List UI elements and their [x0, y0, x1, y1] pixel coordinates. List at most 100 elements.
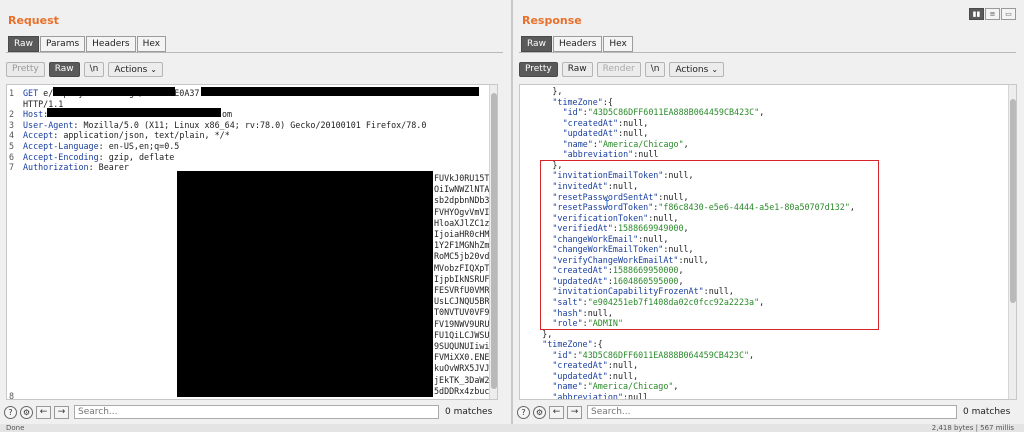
response-editor[interactable]: }, "timeZone":{"id":"43D5C86DFF6011EA888B…: [519, 84, 1017, 400]
response-search-input[interactable]: [587, 405, 957, 419]
line-number: 1: [9, 88, 15, 98]
request-title: Request: [8, 14, 59, 27]
request-search-input[interactable]: [74, 405, 439, 419]
header-value: : application/json, text/plain, */*: [53, 130, 230, 141]
line-number: 6: [9, 151, 15, 162]
json-punct: },: [542, 328, 553, 339]
json-value: "America/Chicago": [587, 381, 674, 392]
single-pane-icon[interactable]: ▭: [1001, 8, 1016, 20]
request-line: Accept-Encoding: gzip, deflate: [23, 152, 174, 162]
json-key: "id": [562, 107, 583, 118]
request-toolbar: Pretty Raw \n Actions ⌄: [6, 62, 167, 77]
split-columns-icon[interactable]: ▮▮: [969, 8, 984, 20]
json-line: "timeZone":{: [542, 339, 603, 349]
json-punct: :null,: [607, 370, 639, 381]
request-raw-button[interactable]: Raw: [48, 62, 80, 77]
request-line: Authorization: Bearer: [23, 162, 129, 172]
response-render-button[interactable]: Render: [596, 62, 641, 77]
response-raw-button[interactable]: Raw: [561, 62, 593, 77]
request-line: User-Agent: Mozilla/5.0 (X11; Linux x86_…: [23, 120, 426, 130]
response-tab-hex[interactable]: Hex: [603, 36, 633, 52]
response-tab-raw[interactable]: Raw: [521, 36, 552, 52]
response-scrollbar[interactable]: [1008, 85, 1016, 399]
header-key: Accept: [23, 130, 54, 141]
help-icon[interactable]: ?: [4, 405, 17, 419]
request-match-count: 0 matches: [445, 407, 493, 417]
json-key: "abbreviation": [552, 391, 623, 400]
response-toolbar: Pretty Raw Render \n Actions ⌄: [519, 62, 728, 77]
chevron-down-icon: ⌄: [711, 65, 719, 74]
json-key: "updatedAt": [552, 370, 608, 381]
json-punct: ,: [673, 381, 679, 392]
redaction-bar: [47, 108, 221, 117]
json-key: "createdAt": [562, 117, 619, 128]
redaction-bar: [177, 171, 433, 397]
header-key: User-Agent: [23, 119, 74, 130]
response-newline-button[interactable]: \n: [644, 62, 666, 77]
redaction-bar: [201, 87, 479, 96]
json-value: "43D5C86DFF6011EA888B064459CB423C": [587, 107, 760, 118]
response-scrollbar-thumb[interactable]: [1010, 99, 1016, 303]
json-punct: },: [552, 86, 563, 96]
json-punct: :null,: [618, 117, 649, 128]
json-key: "abbreviation": [562, 149, 634, 160]
status-bar: Done 2,418 bytes | 567 millis: [0, 424, 1024, 432]
response-title: Response: [522, 14, 582, 27]
request-tab-hex[interactable]: Hex: [136, 36, 167, 52]
header-value: : Bearer: [88, 162, 129, 173]
json-line: "abbreviation":null: [552, 391, 649, 400]
request-scrollbar[interactable]: [489, 85, 497, 399]
header-key: Host: [23, 109, 44, 120]
back-arrow-icon[interactable]: ←: [36, 405, 51, 419]
json-punct: :{: [602, 96, 613, 107]
request-newline-button[interactable]: \n: [83, 62, 105, 77]
request-pretty-button[interactable]: Pretty: [6, 62, 45, 77]
request-tab-params[interactable]: Params: [39, 36, 86, 52]
json-key: "id": [552, 349, 573, 360]
request-actions-label: Actions: [114, 65, 148, 75]
response-pane: Response ▮▮ ≡ ▭ Raw Headers Hex Pretty R…: [513, 0, 1024, 432]
help-icon[interactable]: ?: [517, 405, 530, 419]
back-arrow-icon[interactable]: ←: [549, 405, 564, 419]
response-actions-button[interactable]: Actions ⌄: [669, 62, 725, 77]
response-stats: 2,418 bytes | 567 millis: [931, 424, 1014, 432]
settings-icon[interactable]: ⚙: [20, 405, 33, 419]
json-punct: ,: [749, 349, 755, 360]
request-scrollbar-thumb[interactable]: [491, 93, 497, 389]
settings-icon[interactable]: ⚙: [533, 405, 546, 419]
json-line: "abbreviation":null: [563, 149, 659, 159]
header-key: Accept-Language: [23, 141, 99, 151]
header-value: : Mozilla/5.0 (X11; Linux x86_64; rv:78.…: [73, 119, 427, 130]
header-value: : en-US,en;q=0.5: [98, 141, 180, 151]
json-line: "createdAt":null,: [563, 118, 649, 128]
host-suffix: om: [222, 109, 233, 120]
line-number: 4: [9, 130, 15, 141]
json-punct: :null,: [618, 128, 649, 139]
forward-arrow-icon[interactable]: →: [54, 405, 69, 419]
json-punct: :null: [622, 391, 649, 400]
response-match-count: 0 matches: [963, 407, 1011, 417]
json-line: "name":"America/Chicago",: [563, 139, 689, 149]
request-tab-raw[interactable]: Raw: [8, 36, 39, 52]
json-key: "name": [562, 138, 593, 149]
text-cursor-icon: I: [604, 199, 611, 210]
request-line: Accept: application/json, text/plain, */…: [23, 130, 230, 140]
json-line: "name":"America/Chicago",: [552, 381, 678, 391]
json-punct: :null: [633, 149, 659, 160]
response-tab-headers[interactable]: Headers: [552, 36, 603, 52]
json-line: "timeZone":{: [552, 97, 613, 107]
request-tab-headers[interactable]: Headers: [86, 36, 136, 52]
json-punct: :{: [592, 339, 603, 350]
forward-arrow-icon[interactable]: →: [567, 405, 582, 419]
response-pretty-button[interactable]: Pretty: [519, 62, 558, 77]
header-key: Authorization: [23, 162, 89, 173]
layout-toggle: ▮▮ ≡ ▭: [968, 8, 1016, 20]
json-line: },: [552, 86, 562, 96]
line-number: 7: [9, 162, 15, 173]
line-number: 8: [9, 391, 15, 400]
request-actions-button[interactable]: Actions ⌄: [108, 62, 163, 77]
request-editor[interactable]: 1 234567 8 GET e/employee-settings/2B6ACCE…: [6, 84, 498, 400]
split-rows-icon[interactable]: ≡: [985, 8, 1000, 20]
json-line: "updatedAt":null,: [552, 371, 638, 381]
json-key: "updatedAt": [562, 128, 619, 139]
